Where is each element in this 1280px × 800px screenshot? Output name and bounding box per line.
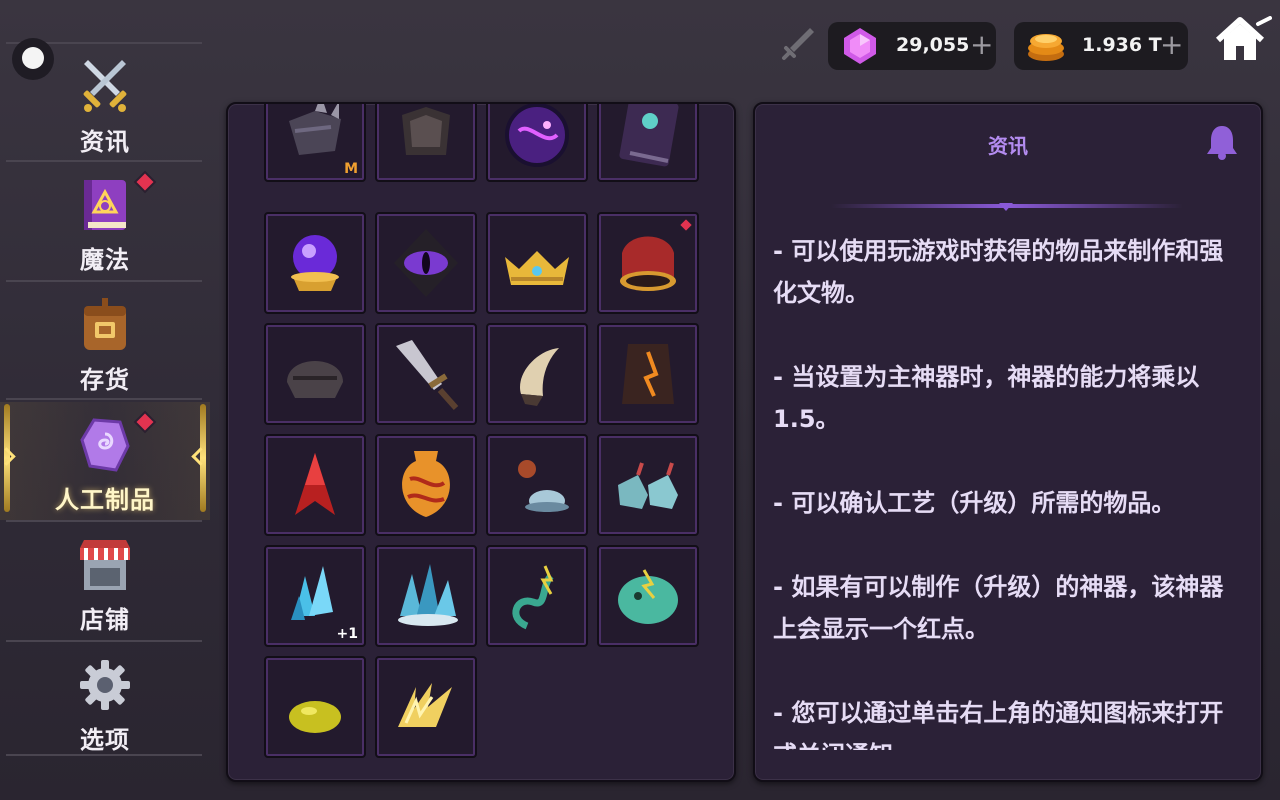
artifact-slot[interactable] (486, 212, 588, 314)
backpack-icon (84, 298, 126, 350)
artifact-slot[interactable] (486, 434, 588, 536)
artifact-rune-stone-icon (80, 418, 130, 472)
artifact-slot[interactable] (375, 545, 477, 647)
purple-gem-icon (844, 28, 876, 64)
sidebar-item-label: 店铺 (80, 606, 130, 634)
info-panel-title: 资讯 (988, 134, 1028, 158)
dark-helmet-icon (287, 361, 343, 398)
sidebar-item-magic[interactable]: 魔法 (0, 162, 210, 280)
artifact-slot[interactable] (264, 656, 366, 758)
sidebar-item-label: 魔法 (80, 246, 130, 274)
red-dot-indicator (136, 413, 154, 431)
artifact-slot[interactable] (375, 104, 477, 182)
artifact-slot[interactable] (597, 323, 699, 425)
sidebar: 资讯 魔法 存货 人工制品 店铺 选项 (0, 40, 210, 760)
sidebar-divider (6, 398, 202, 400)
golden-crown-icon (505, 251, 569, 285)
gold-coin-stack-icon (1028, 34, 1064, 61)
crystal-ball-on-stand-icon (291, 235, 339, 291)
sidebar-item-artifacts[interactable]: 人工制品 (0, 402, 210, 520)
artifact-badge: M (344, 161, 358, 177)
red-dragon-wing-icon (295, 453, 335, 515)
gem-currency-counter: 29,055 + (828, 22, 996, 70)
sword-icon[interactable] (780, 26, 816, 62)
artifact-grid-panel[interactable]: M +1 (226, 102, 736, 782)
blue-crystal-shard-icon (291, 566, 333, 620)
info-paragraph: - 可以确认工艺（升级）所需的物品。 (773, 489, 1176, 517)
broken-sword-icon (396, 340, 459, 410)
sidebar-item-options[interactable]: 选项 (0, 642, 210, 760)
artifact-slot[interactable] (597, 104, 699, 182)
info-paragraph: - 您可以通过单击右上角的通知图标来打开或关闭通知 (773, 699, 1224, 750)
gem-count: 29,055 (896, 34, 970, 56)
ruby-royal-crown-icon (620, 236, 676, 291)
info-paragraph: - 如果有可以制作（升级）的神器，该神器上会显示一个红点。 (773, 573, 1224, 643)
shop-stall-icon (80, 540, 130, 590)
artifact-slot[interactable] (597, 212, 699, 314)
add-gems-button[interactable]: + (970, 28, 993, 61)
artifact-slot[interactable]: +1 (264, 545, 366, 647)
info-panel: 资讯 - 可以使用玩游戏时获得的物品来制作和强化文物。 - 当设置为主神器时，神… (753, 102, 1263, 782)
sidebar-divider (6, 754, 202, 756)
artifact-slot[interactable] (264, 434, 366, 536)
crossed-swords-icon (83, 60, 127, 112)
sidebar-item-label: 资讯 (80, 128, 130, 156)
sidebar-item-label: 存货 (80, 366, 130, 394)
artifact-slot[interactable] (486, 323, 588, 425)
artifact-slot[interactable] (264, 212, 366, 314)
yellow-slime-icon (289, 701, 341, 733)
artifact-badge: +1 (336, 626, 358, 642)
gold-currency-counter: 1.936 T + (1014, 22, 1188, 70)
title-divider (831, 204, 1183, 208)
artifact-slot[interactable] (264, 323, 366, 425)
flame-cloak-icon (622, 344, 674, 404)
frost-boots-icon (618, 462, 678, 509)
artifact-slot[interactable] (375, 212, 477, 314)
artifact-slot[interactable]: M (264, 104, 366, 182)
red-dot-indicator (136, 173, 154, 191)
info-paragraph: - 当设置为主神器时，神器的能力将乘以 1.5。 (773, 363, 1200, 433)
sidebar-item-shop[interactable]: 店铺 (0, 522, 210, 640)
status-toggle-button[interactable] (12, 38, 54, 80)
lightning-serpent-icon (512, 565, 554, 630)
artifact-slot[interactable] (375, 434, 477, 536)
artifact-slot[interactable] (597, 545, 699, 647)
info-text-body[interactable]: - 可以使用玩游戏时获得的物品来制作和强化文物。 - 当设置为主神器时，神器的能… (773, 230, 1233, 750)
sidebar-item-label: 选项 (80, 726, 130, 754)
planet-and-rock-icon (518, 460, 569, 512)
dark-claw-gauntlet-icon (289, 104, 341, 155)
lightning-wing-icon (398, 683, 452, 727)
artifact-slot[interactable] (375, 323, 477, 425)
artifact-slot[interactable] (597, 434, 699, 536)
lava-vase-icon (402, 451, 450, 517)
cosmic-orb-icon (505, 104, 569, 167)
info-paragraph: - 可以使用玩游戏时获得的物品来制作和强化文物。 (773, 237, 1224, 307)
artifact-slot[interactable] (375, 656, 477, 758)
add-gold-button[interactable]: + (1160, 28, 1183, 61)
evil-eye-sigil-icon (394, 229, 458, 297)
bell-icon[interactable] (1205, 124, 1239, 160)
beast-claw-icon (519, 348, 559, 406)
spellbook-icon (84, 180, 126, 230)
dark-grimoire-icon (619, 104, 679, 167)
sidebar-item-inventory[interactable]: 存货 (0, 282, 210, 400)
ice-crystal-cluster-icon (398, 564, 458, 626)
gold-count: 1.936 T (1082, 34, 1162, 56)
shadow-chest-armor-icon (402, 107, 450, 155)
sidebar-item-label: 人工制品 (55, 486, 155, 514)
home-icon[interactable] (1214, 16, 1272, 64)
gear-icon (80, 660, 130, 710)
green-slime-beast-icon (618, 569, 678, 624)
artifact-slot[interactable] (486, 104, 588, 182)
artifact-slot[interactable] (486, 545, 588, 647)
